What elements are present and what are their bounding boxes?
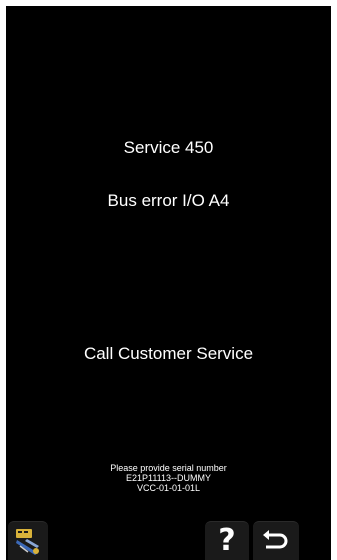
serial-number-info: Please provide serial number E21P11113--…: [6, 463, 331, 493]
service-code-title: Service 450: [123, 138, 214, 157]
serial-number: E21P11113--DUMMY: [125, 473, 212, 483]
version-code: VCC-01-01-01L: [136, 483, 201, 493]
question-mark-icon: ?: [218, 523, 236, 558]
service-error-screen: Service 450 Bus error I/O A4 Call Custom…: [6, 6, 331, 560]
error-message: Bus error I/O A4: [107, 191, 230, 210]
call-customer-service-message: Call Customer Service: [83, 344, 254, 363]
return-arrow-icon: [263, 530, 288, 549]
serial-instruction: Please provide serial number: [110, 463, 227, 473]
help-button[interactable]: ?: [205, 521, 249, 560]
service-tools-button[interactable]: [8, 521, 48, 560]
service-tools-icon: [16, 529, 39, 555]
back-button[interactable]: [253, 521, 299, 560]
